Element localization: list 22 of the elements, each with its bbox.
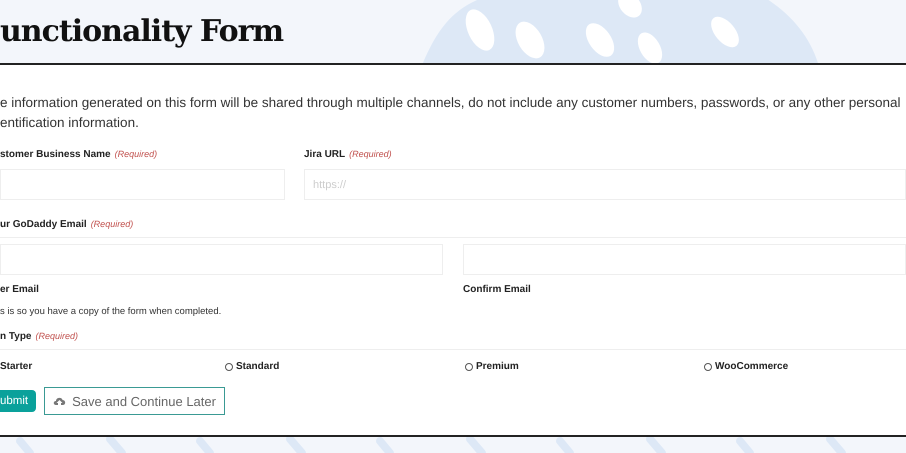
option-label[interactable]: Premium bbox=[476, 361, 519, 372]
field-label: er Email bbox=[0, 284, 39, 295]
form-title: unctionality Form bbox=[0, 14, 284, 49]
field-label: stomer Business Name bbox=[0, 149, 111, 160]
field-label: ur GoDaddy Email bbox=[0, 219, 87, 230]
field-label: Jira URL bbox=[304, 149, 346, 160]
field-label: n Type bbox=[0, 331, 32, 342]
radio-button[interactable] bbox=[225, 362, 233, 370]
field-label: Confirm Email bbox=[463, 284, 531, 295]
field-description: s is so you have a copy of the form when completed. bbox=[0, 306, 222, 317]
notice-text: e information generated on this form will be shared through multiple channels, do not include any customer numbers, passwords, or any other personal entification information. bbox=[0, 94, 902, 132]
cloud-upload-icon bbox=[53, 396, 66, 406]
save-button[interactable]: Save and Continue Later bbox=[44, 387, 225, 415]
required-note: (Required) bbox=[349, 149, 392, 159]
required-note: (Required) bbox=[114, 149, 158, 159]
radio-button[interactable] bbox=[704, 362, 712, 370]
option-label[interactable]: Standard bbox=[236, 361, 280, 372]
required-note: (Required) bbox=[90, 219, 134, 229]
option-label[interactable]: Starter bbox=[0, 361, 32, 372]
required-note: (Required) bbox=[35, 331, 78, 341]
option-label[interactable]: WooCommerce bbox=[715, 361, 788, 372]
radio-button[interactable] bbox=[465, 362, 473, 370]
